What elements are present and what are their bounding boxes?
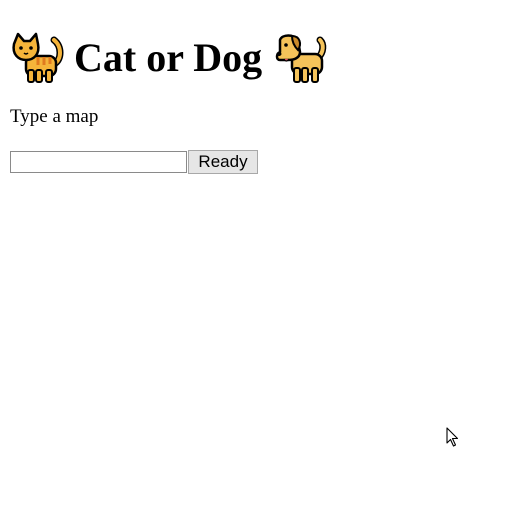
ready-button[interactable]: Ready: [188, 150, 258, 174]
map-input[interactable]: [10, 151, 187, 173]
mouse-cursor-icon: [446, 427, 459, 447]
cat-emoji-icon: [12, 32, 64, 83]
dog-emoji-icon: [275, 34, 327, 83]
prompt-text: Type a map: [10, 106, 99, 127]
page-title: Cat or Dog: [10, 28, 330, 88]
title-text: Cat or Dog: [74, 35, 263, 80]
map-form: Ready: [10, 150, 258, 174]
